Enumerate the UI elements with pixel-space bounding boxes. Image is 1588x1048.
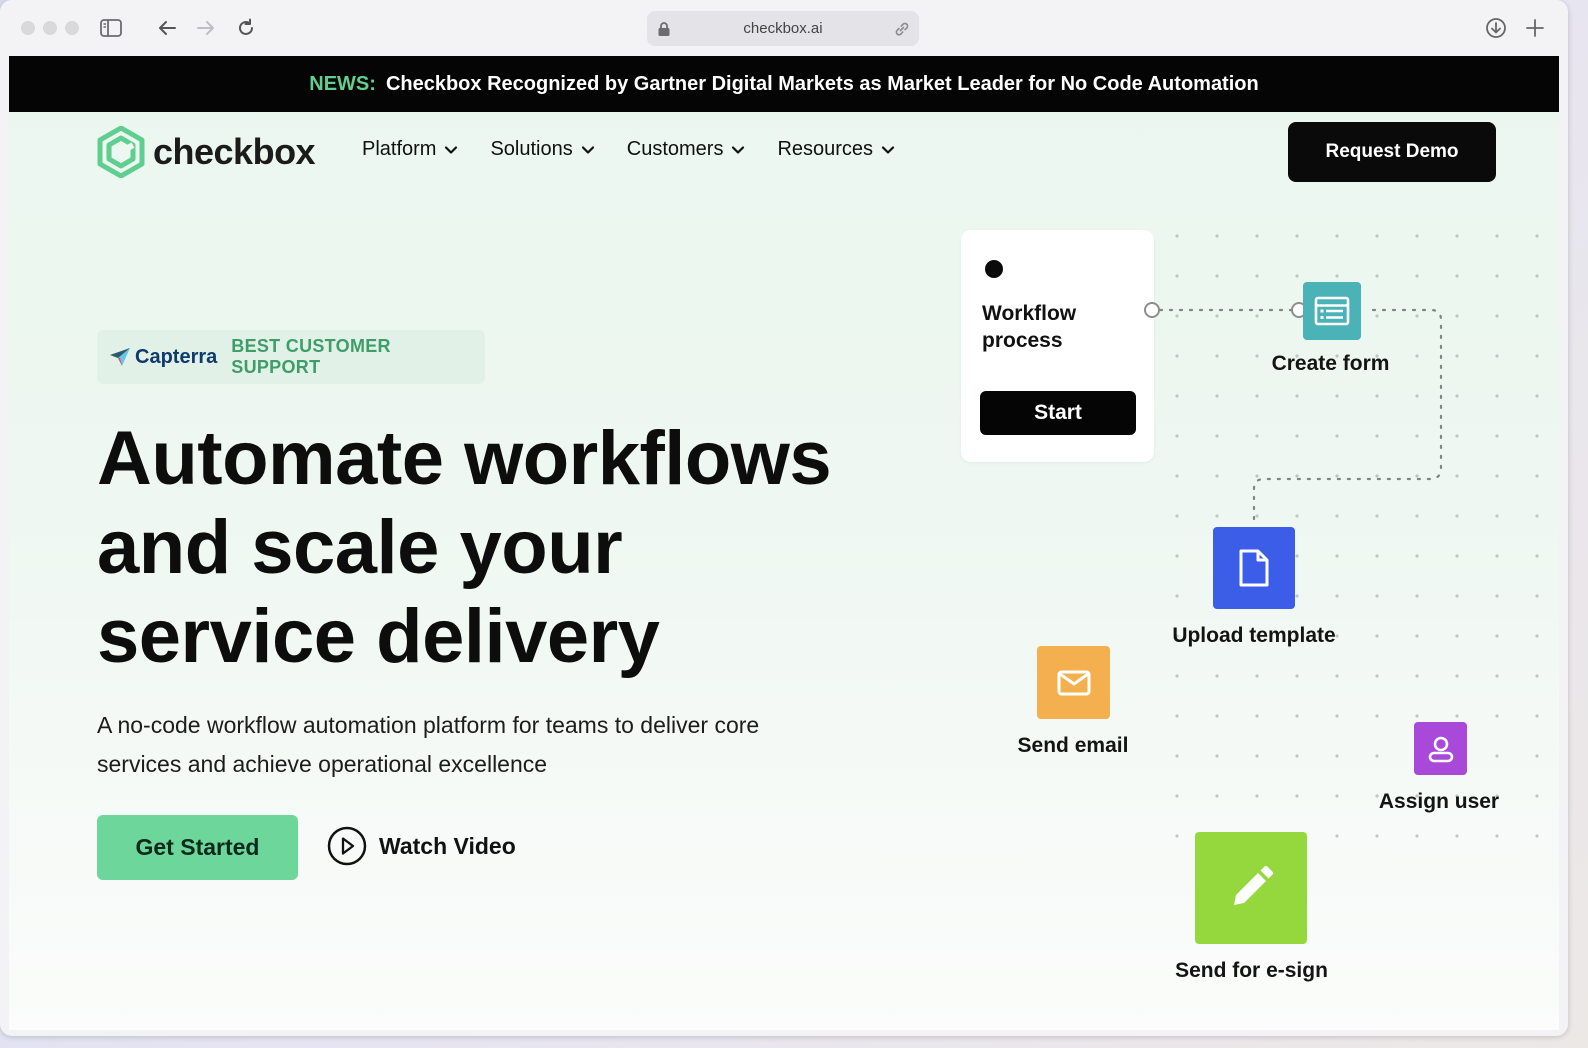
watch-video-label: Watch Video (379, 832, 516, 859)
pen-icon (1234, 865, 1274, 905)
headline-line: and scale your (97, 505, 623, 590)
badge-label: BEST CUSTOMER SUPPORT (231, 336, 391, 377)
news-banner[interactable]: NEWS: Checkbox Recognized by Gartner Dig… (9, 56, 1559, 112)
checkbox-hexagon-icon (97, 126, 145, 178)
hero-subtitle: A no-code workflow automation platform f… (97, 712, 760, 777)
nav-item-label: Customers (626, 138, 724, 160)
reload-icon[interactable] (234, 16, 258, 40)
sidebar-toggle-icon[interactable] (99, 16, 123, 40)
start-button[interactable]: Start (980, 391, 1136, 435)
chevron-down-icon (581, 145, 594, 154)
output-port (1144, 302, 1160, 318)
nav-item-solutions[interactable]: Solutions (490, 138, 594, 161)
back-arrow-icon[interactable] (155, 16, 179, 40)
get-started-button[interactable]: Get Started (97, 815, 298, 880)
request-demo-button[interactable]: Request Demo (1288, 122, 1496, 182)
nav-item-label: Resources (777, 138, 874, 160)
logo-text: checkbox (153, 131, 316, 172)
create-form-label: Create form (1271, 352, 1390, 375)
news-text: Checkbox Recognized by Gartner Digital M… (385, 72, 1259, 95)
lock-icon (658, 22, 670, 36)
send-for-esign-label: Send for e-sign (1175, 959, 1328, 982)
checkbox-logo[interactable]: checkbox (97, 126, 316, 178)
watch-video-button[interactable]: Watch Video (327, 826, 516, 866)
capterra-arrow-icon (110, 348, 130, 366)
nav-item-resources[interactable]: Resources (777, 138, 895, 161)
workflow-process-card: Workflow process Start (961, 230, 1154, 462)
main-nav: checkbox Platform Solutions Customers Re… (9, 112, 1559, 192)
workflow-status-dot (985, 260, 1003, 278)
browser-titlebar: checkbox.ai (0, 0, 1568, 56)
capterra-badge[interactable]: Capterra BEST CUSTOMER SUPPORT (97, 330, 485, 384)
nav-item-platform[interactable]: Platform (362, 138, 458, 161)
chevron-down-icon (881, 145, 895, 154)
download-icon[interactable] (1484, 16, 1508, 40)
assign-user-label: Assign user (1378, 790, 1500, 813)
capterra-logo: Capterra (109, 346, 217, 369)
create-form-node (1303, 282, 1361, 340)
nav-menu: Platform Solutions Customers Resources (362, 138, 895, 161)
hero-headline: Automate workflows and scale your servic… (97, 414, 897, 681)
user-icon (1428, 736, 1453, 762)
nav-item-customers[interactable]: Customers (627, 138, 746, 161)
headline-line: Automate workflows (97, 416, 832, 501)
maximize-window-button[interactable] (65, 21, 79, 35)
new-tab-icon[interactable] (1523, 16, 1547, 40)
send-email-node (1037, 646, 1110, 719)
form-icon (1314, 296, 1350, 326)
capterra-brand: Capterra (135, 345, 218, 368)
address-text: checkbox.ai (743, 20, 823, 37)
link-icon[interactable] (893, 20, 911, 38)
document-icon (1239, 549, 1269, 587)
assign-user-node (1414, 722, 1467, 775)
chevron-down-icon (732, 145, 745, 154)
workflow-card-title: Workflow process (982, 302, 1077, 352)
nav-item-label: Solutions (490, 138, 573, 160)
close-window-button[interactable] (21, 21, 35, 35)
chevron-down-icon (445, 145, 458, 154)
news-tag: NEWS: (309, 72, 376, 95)
address-bar[interactable]: checkbox.ai (647, 11, 919, 46)
nav-item-label: Platform (362, 138, 437, 160)
play-icon (327, 826, 367, 866)
minimize-window-button[interactable] (43, 21, 57, 35)
upload-template-label: Upload template (1172, 624, 1336, 647)
forward-arrow-icon[interactable] (194, 16, 218, 40)
headline-line: service delivery (97, 594, 660, 679)
send-for-esign-node (1195, 832, 1307, 944)
browser-window: checkbox.ai NEWS: Checkbox Recognized by… (0, 0, 1568, 1036)
send-email-label: Send email (1017, 734, 1129, 757)
mail-icon (1057, 670, 1090, 695)
upload-template-node (1213, 527, 1295, 609)
web-page: NEWS: Checkbox Recognized by Gartner Dig… (9, 56, 1559, 1030)
